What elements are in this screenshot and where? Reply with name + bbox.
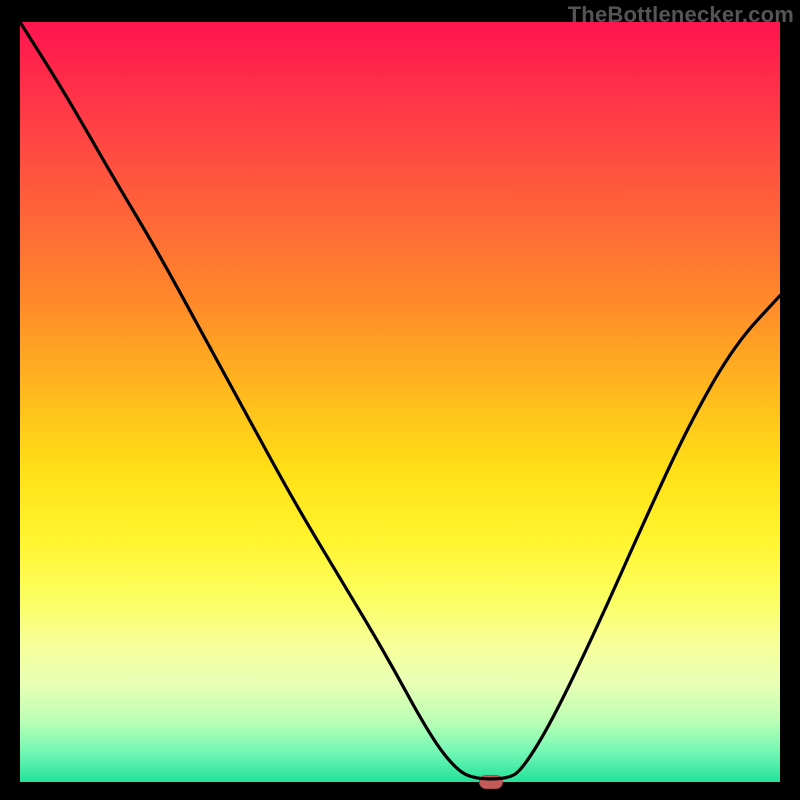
plot-area [20, 22, 780, 782]
attribution-text: TheBottlenecker.com [568, 2, 794, 28]
chart-frame: TheBottlenecker.com [0, 0, 800, 800]
bottleneck-marker [479, 775, 503, 789]
